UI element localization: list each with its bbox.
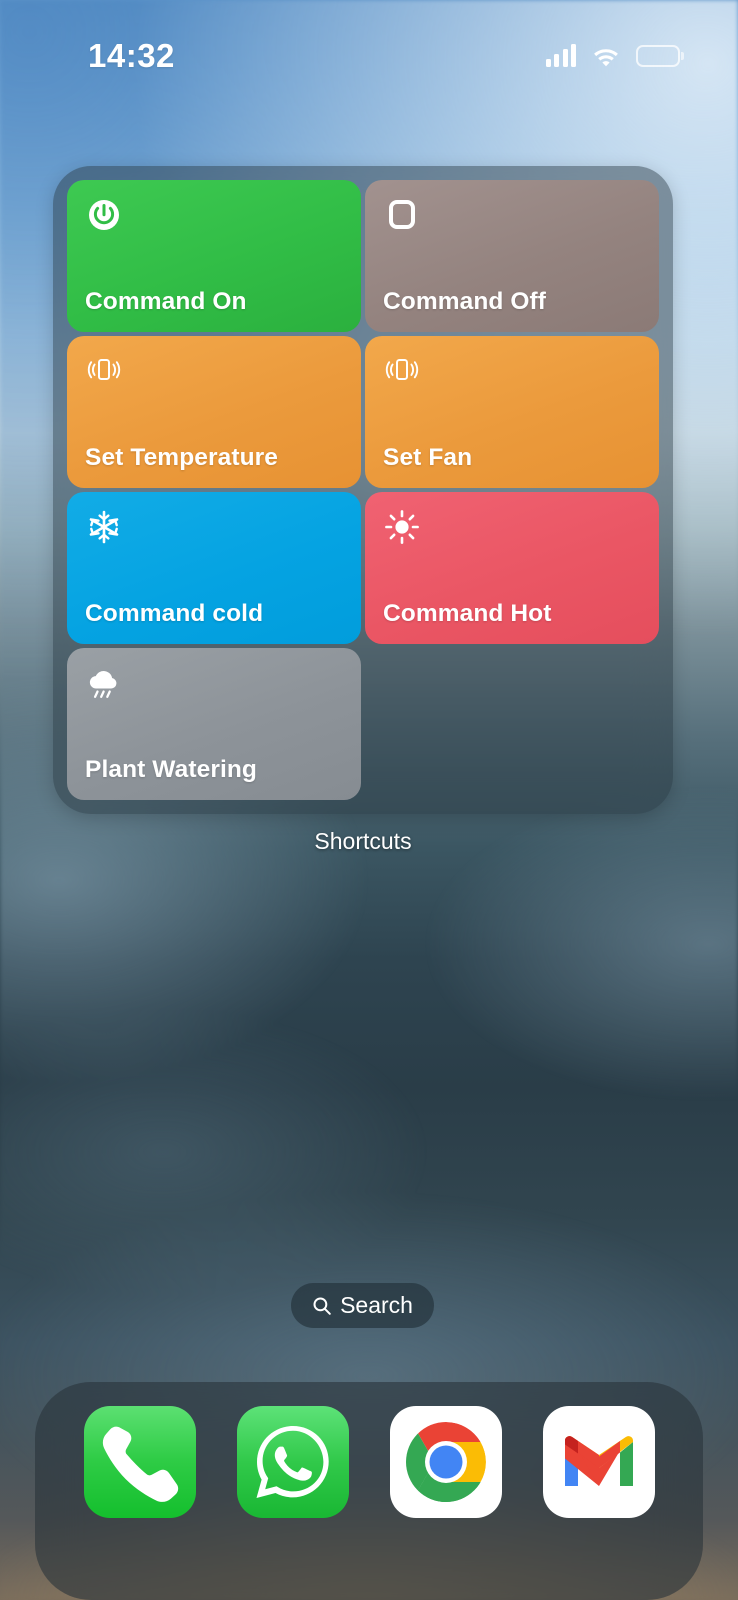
shortcut-tile-label: Plant Watering [85,755,258,783]
shortcut-tile-command-off[interactable]: Command Off [365,180,659,332]
sun-icon [383,508,641,546]
gmail-icon [543,1406,655,1518]
shortcut-tile-label: Set Fan [383,443,473,471]
dock-app-whatsapp[interactable] [236,1406,349,1518]
shortcut-tile-empty[interactable] [365,648,659,800]
home-screen: 14:32 Command On Command Off Set Tempera… [0,0,738,1600]
whatsapp-icon [237,1406,349,1518]
shortcut-tile-set-temperature[interactable]: Set Temperature [67,336,361,488]
shortcut-tile-command-on[interactable]: Command On [67,180,361,332]
dock-app-gmail[interactable] [542,1406,655,1518]
widget-title: Shortcuts [314,828,412,854]
shortcut-tile-set-fan[interactable]: Set Fan [365,336,659,488]
vibrate-phone-icon [85,352,343,390]
shortcut-tile-label: Command Hot [383,599,552,627]
chrome-icon [390,1406,502,1518]
shortcut-tile-command-hot[interactable]: Command Hot [365,492,659,644]
status-indicators [545,39,684,67]
rain-cloud-icon [85,664,343,702]
shortcuts-widget[interactable]: Command On Command Off Set Temperature S… [53,166,673,814]
shortcut-tile-plant-watering[interactable]: Plant Watering [67,648,361,800]
shortcut-tile-label: Command cold [85,599,264,627]
status-time: 14:32 [88,37,175,74]
wifi-icon [592,45,620,67]
search-label: Search [340,1292,413,1318]
cellular-signal-icon [545,43,576,67]
search-icon [312,1296,332,1316]
dock-app-chrome[interactable] [389,1406,502,1518]
shortcut-tile-command-cold[interactable]: Command cold [67,492,361,644]
stop-square-icon [383,196,641,234]
shortcut-tile-label: Command Off [383,287,547,315]
shortcut-tile-label: Set Temperature [85,443,279,471]
search-button[interactable]: Search [291,1283,434,1328]
vibrate-phone-icon [383,352,641,390]
phone-icon [84,1406,196,1518]
shortcut-tile-label: Command On [85,287,247,315]
snowflake-icon [85,508,343,546]
battery-icon [636,44,684,67]
status-bar: 14:32 [0,0,738,105]
dock-app-phone[interactable] [83,1406,196,1518]
power-icon [85,196,343,234]
dock [35,1382,703,1600]
shortcuts-widget-container: Command On Command Off Set Temperature S… [53,166,673,855]
